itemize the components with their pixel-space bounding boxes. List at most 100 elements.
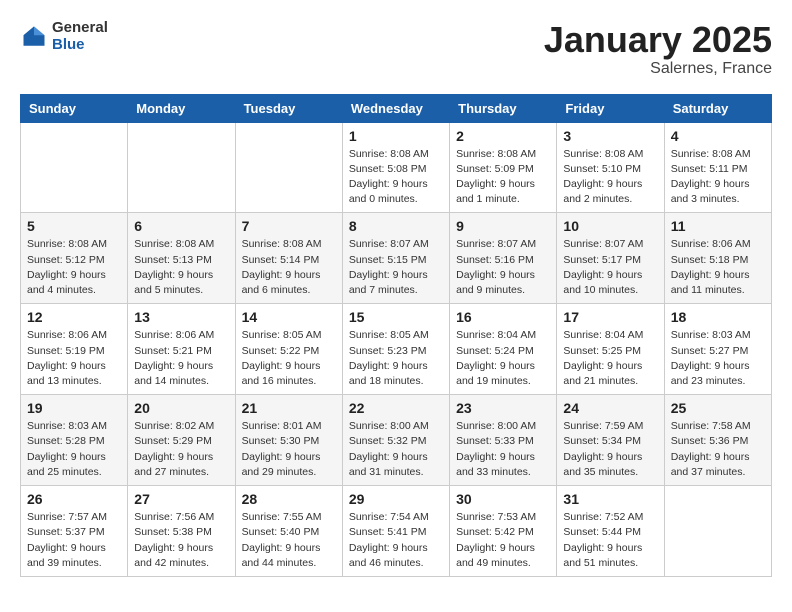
calendar-day-16: 16 Sunrise: 8:04 AM Sunset: 5:24 PM Dayli…	[450, 304, 557, 395]
calendar-week-4: 19Sunrise: 8:03 AM Sunset: 5:28 PM Dayli…	[21, 395, 772, 486]
day-number: 24	[563, 400, 657, 416]
logo-text: General Blue	[52, 20, 108, 53]
day-number: 15	[349, 309, 443, 325]
day-number: 8	[349, 218, 443, 234]
day-number: 13	[134, 309, 228, 325]
calendar-day-21: 21Sunrise: 8:01 AM Sunset: 5:30 PM Dayli…	[235, 395, 342, 486]
day-number: 10	[563, 218, 657, 234]
calendar-header: SundayMondayTuesdayWednesdayThursdayFrid…	[21, 94, 772, 122]
day-number: 9	[456, 218, 550, 234]
day-info: Sunrise: 7:56 AM Sunset: 5:38 PM Dayligh…	[134, 510, 228, 571]
day-info: Sunrise: 8:08 AM Sunset: 5:11 PM Dayligh…	[671, 147, 765, 208]
calendar-day-26: 26 Sunrise: 7:57 AM Sunset: 5:37 PM Dayli…	[21, 486, 128, 577]
day-number: 19	[27, 400, 121, 416]
logo-blue-text: Blue	[52, 37, 108, 54]
day-info: Sunrise: 8:08 AM Sunset: 5:14 PM Dayligh…	[242, 237, 336, 298]
day-info: Sunrise: 8:04 AM Sunset: 5:24 PM Dayligh…	[456, 328, 550, 389]
calendar-day-7: 7 Sunrise: 8:08 AM Sunset: 5:14 PM Daylig…	[235, 213, 342, 304]
calendar-week-2: 5Sunrise: 8:08 AM Sunset: 5:12 PM Daylig…	[21, 213, 772, 304]
calendar-day-30: 30 Sunrise: 7:53 AM Sunset: 5:42 PM Dayli…	[450, 486, 557, 577]
calendar-table: SundayMondayTuesdayWednesdayThursdayFrid…	[20, 94, 772, 577]
day-info: Sunrise: 8:06 AM Sunset: 5:21 PM Dayligh…	[134, 328, 228, 389]
day-info: Sunrise: 8:08 AM Sunset: 5:10 PM Dayligh…	[563, 147, 657, 208]
day-number: 28	[242, 491, 336, 507]
day-number: 4	[671, 128, 765, 144]
calendar-day-5: 5Sunrise: 8:08 AM Sunset: 5:12 PM Daylig…	[21, 213, 128, 304]
day-info: Sunrise: 8:04 AM Sunset: 5:25 PM Dayligh…	[563, 328, 657, 389]
day-info: Sunrise: 7:57 AM Sunset: 5:37 PM Dayligh…	[27, 510, 121, 571]
calendar-subtitle: Salernes, France	[544, 60, 772, 78]
day-info: Sunrise: 8:08 AM Sunset: 5:13 PM Dayligh…	[134, 237, 228, 298]
calendar-day-11: 11Sunrise: 8:06 AM Sunset: 5:18 PM Dayli…	[664, 213, 771, 304]
calendar-body: 1Sunrise: 8:08 AM Sunset: 5:08 PM Daylig…	[21, 122, 772, 576]
calendar-day-23: 23Sunrise: 8:00 AM Sunset: 5:33 PM Dayli…	[450, 395, 557, 486]
calendar-day-17: 17 Sunrise: 8:04 AM Sunset: 5:25 PM Dayli…	[557, 304, 664, 395]
calendar-day-31: 31 Sunrise: 7:52 AM Sunset: 5:44 PM Dayli…	[557, 486, 664, 577]
weekday-header-monday: Monday	[128, 94, 235, 122]
weekday-header-tuesday: Tuesday	[235, 94, 342, 122]
calendar-day-25: 25 Sunrise: 7:58 AM Sunset: 5:36 PM Dayli…	[664, 395, 771, 486]
calendar-day-22: 22Sunrise: 8:00 AM Sunset: 5:32 PM Dayli…	[342, 395, 449, 486]
day-number: 18	[671, 309, 765, 325]
day-number: 20	[134, 400, 228, 416]
day-info: Sunrise: 7:53 AM Sunset: 5:42 PM Dayligh…	[456, 510, 550, 571]
day-number: 30	[456, 491, 550, 507]
calendar-day-27: 27 Sunrise: 7:56 AM Sunset: 5:38 PM Dayli…	[128, 486, 235, 577]
logo-general-text: General	[52, 20, 108, 37]
calendar-day-18: 18Sunrise: 8:03 AM Sunset: 5:27 PM Dayli…	[664, 304, 771, 395]
calendar-day-20: 20 Sunrise: 8:02 AM Sunset: 5:29 PM Dayli…	[128, 395, 235, 486]
day-number: 14	[242, 309, 336, 325]
day-info: Sunrise: 7:54 AM Sunset: 5:41 PM Dayligh…	[349, 510, 443, 571]
calendar-week-3: 12Sunrise: 8:06 AM Sunset: 5:19 PM Dayli…	[21, 304, 772, 395]
calendar-day-10: 10Sunrise: 8:07 AM Sunset: 5:17 PM Dayli…	[557, 213, 664, 304]
calendar-day-9: 9 Sunrise: 8:07 AM Sunset: 5:16 PM Daylig…	[450, 213, 557, 304]
day-info: Sunrise: 8:02 AM Sunset: 5:29 PM Dayligh…	[134, 419, 228, 480]
day-info: Sunrise: 8:06 AM Sunset: 5:18 PM Dayligh…	[671, 237, 765, 298]
day-number: 22	[349, 400, 443, 416]
calendar-day-19: 19Sunrise: 8:03 AM Sunset: 5:28 PM Dayli…	[21, 395, 128, 486]
day-info: Sunrise: 8:05 AM Sunset: 5:23 PM Dayligh…	[349, 328, 443, 389]
calendar-day-4: 4 Sunrise: 8:08 AM Sunset: 5:11 PM Daylig…	[664, 122, 771, 213]
calendar-day-8: 8 Sunrise: 8:07 AM Sunset: 5:15 PM Daylig…	[342, 213, 449, 304]
calendar-week-5: 26 Sunrise: 7:57 AM Sunset: 5:37 PM Dayli…	[21, 486, 772, 577]
calendar-day-1: 1Sunrise: 8:08 AM Sunset: 5:08 PM Daylig…	[342, 122, 449, 213]
weekday-header-row: SundayMondayTuesdayWednesdayThursdayFrid…	[21, 94, 772, 122]
title-block: January 2025 Salernes, France	[544, 20, 772, 78]
calendar-day-14: 14 Sunrise: 8:05 AM Sunset: 5:22 PM Dayli…	[235, 304, 342, 395]
day-number: 16	[456, 309, 550, 325]
day-info: Sunrise: 8:00 AM Sunset: 5:33 PM Dayligh…	[456, 419, 550, 480]
day-number: 27	[134, 491, 228, 507]
day-number: 7	[242, 218, 336, 234]
day-number: 25	[671, 400, 765, 416]
day-info: Sunrise: 7:55 AM Sunset: 5:40 PM Dayligh…	[242, 510, 336, 571]
calendar-day-3: 3 Sunrise: 8:08 AM Sunset: 5:10 PM Daylig…	[557, 122, 664, 213]
calendar-day-12: 12Sunrise: 8:06 AM Sunset: 5:19 PM Dayli…	[21, 304, 128, 395]
calendar-day-24: 24 Sunrise: 7:59 AM Sunset: 5:34 PM Dayli…	[557, 395, 664, 486]
day-number: 26	[27, 491, 121, 507]
calendar-day-28: 28 Sunrise: 7:55 AM Sunset: 5:40 PM Dayli…	[235, 486, 342, 577]
empty-cell	[128, 122, 235, 213]
day-number: 31	[563, 491, 657, 507]
day-number: 5	[27, 218, 121, 234]
day-info: Sunrise: 7:52 AM Sunset: 5:44 PM Dayligh…	[563, 510, 657, 571]
calendar-day-29: 29 Sunrise: 7:54 AM Sunset: 5:41 PM Dayli…	[342, 486, 449, 577]
day-number: 17	[563, 309, 657, 325]
calendar-week-1: 1Sunrise: 8:08 AM Sunset: 5:08 PM Daylig…	[21, 122, 772, 213]
day-number: 3	[563, 128, 657, 144]
day-info: Sunrise: 7:58 AM Sunset: 5:36 PM Dayligh…	[671, 419, 765, 480]
weekday-header-thursday: Thursday	[450, 94, 557, 122]
day-number: 21	[242, 400, 336, 416]
day-info: Sunrise: 7:59 AM Sunset: 5:34 PM Dayligh…	[563, 419, 657, 480]
calendar-day-2: 2Sunrise: 8:08 AM Sunset: 5:09 PM Daylig…	[450, 122, 557, 213]
day-info: Sunrise: 8:07 AM Sunset: 5:15 PM Dayligh…	[349, 237, 443, 298]
calendar-day-13: 13 Sunrise: 8:06 AM Sunset: 5:21 PM Dayli…	[128, 304, 235, 395]
day-info: Sunrise: 8:07 AM Sunset: 5:16 PM Dayligh…	[456, 237, 550, 298]
weekday-header-friday: Friday	[557, 94, 664, 122]
day-info: Sunrise: 8:05 AM Sunset: 5:22 PM Dayligh…	[242, 328, 336, 389]
day-number: 29	[349, 491, 443, 507]
day-info: Sunrise: 8:08 AM Sunset: 5:08 PM Dayligh…	[349, 147, 443, 208]
calendar-day-6: 6Sunrise: 8:08 AM Sunset: 5:13 PM Daylig…	[128, 213, 235, 304]
weekday-header-saturday: Saturday	[664, 94, 771, 122]
day-number: 12	[27, 309, 121, 325]
logo-icon	[20, 23, 48, 51]
